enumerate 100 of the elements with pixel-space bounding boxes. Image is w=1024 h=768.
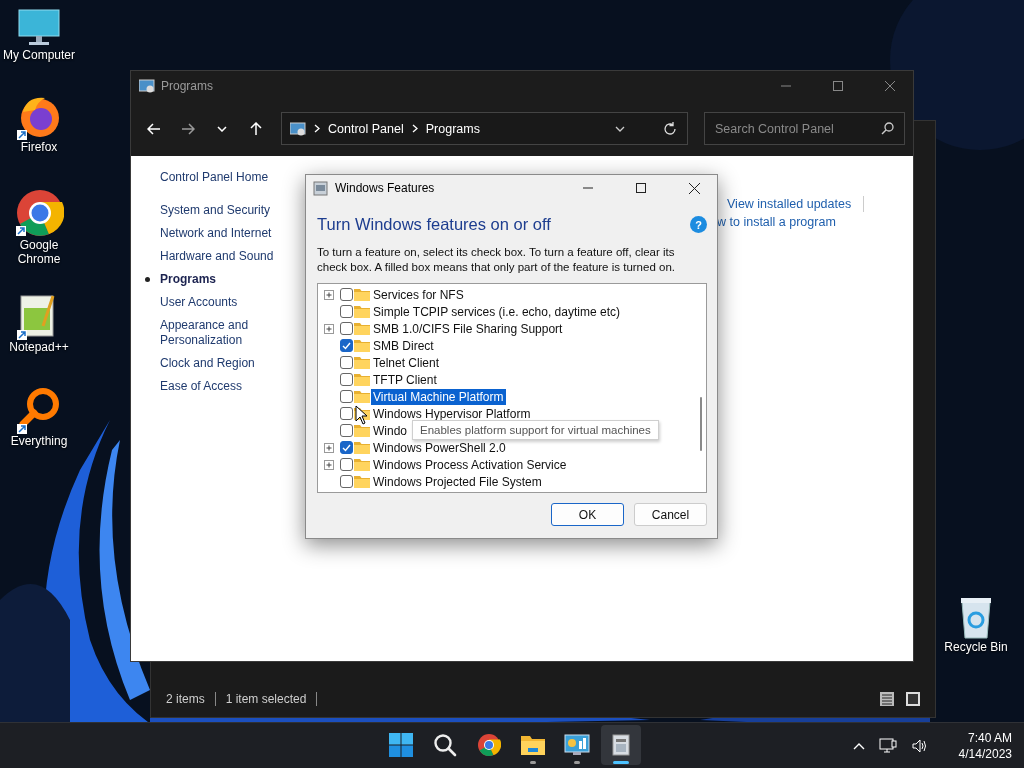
- checkbox[interactable]: [340, 441, 353, 454]
- folder-icon: [354, 322, 370, 335]
- nav-link[interactable]: Network and Internet: [145, 226, 291, 241]
- status-text: 2 items: [166, 692, 205, 706]
- close-icon: [885, 81, 895, 91]
- nav-link[interactable]: System and Security: [145, 203, 291, 218]
- desktop-icon-label[interactable]: Notepad++: [1, 340, 77, 354]
- arrow-left-icon: [147, 122, 161, 135]
- feature-label[interactable]: SMB Direct: [371, 337, 436, 354]
- folder-icon: [354, 339, 370, 352]
- folder-icon: [354, 373, 370, 386]
- folder-icon: [354, 305, 370, 318]
- arrow-right-icon: [181, 122, 195, 135]
- checkbox[interactable]: [340, 356, 353, 369]
- dialog-heading: Turn Windows features on or off: [317, 215, 551, 234]
- checkbox[interactable]: [340, 390, 353, 403]
- folder-icon: [354, 458, 370, 471]
- monitor-chart-icon: [564, 733, 590, 757]
- folder-icon: [354, 356, 370, 369]
- checkbox[interactable]: [340, 407, 353, 420]
- browser-icon: [477, 733, 501, 757]
- clock-date[interactable]: 4/14/2023: [958, 746, 1012, 762]
- tooltip: Enables platform support for virtual machines: [412, 420, 659, 440]
- feature-label[interactable]: Windows PowerShell 2.0: [371, 439, 508, 456]
- folder-icon: [354, 424, 370, 437]
- search-icon: [881, 122, 894, 135]
- recycle-bin-icon: [958, 596, 994, 640]
- updates-link[interactable]: View installed updates: [727, 197, 852, 211]
- refresh-icon[interactable]: [663, 121, 677, 136]
- checkbox[interactable]: [340, 373, 353, 386]
- folder-icon: [354, 390, 370, 403]
- tiles-view-icon[interactable]: [905, 691, 921, 707]
- feature-label[interactable]: Telnet Client: [371, 354, 442, 371]
- search-field[interactable]: Search Control Panel: [713, 120, 881, 137]
- desktop-icon-label[interactable]: Firefox: [1, 140, 77, 154]
- desktop-icon-label[interactable]: Recycle Bin: [938, 640, 1014, 654]
- installer-icon: [610, 733, 632, 757]
- nav-link[interactable]: Ease of Access: [145, 379, 291, 394]
- checkbox[interactable]: [340, 458, 353, 471]
- folder-icon: [520, 733, 546, 757]
- checkbox[interactable]: [340, 475, 353, 488]
- expand-icon[interactable]: [324, 323, 334, 334]
- nav-link[interactable]: Hardware and Sound: [145, 249, 291, 264]
- taskbar-button[interactable]: [601, 725, 641, 765]
- chevron-right-icon: [314, 124, 320, 133]
- nav-link[interactable]: Appearance and Personalization: [145, 318, 291, 348]
- browser-icon: [14, 188, 64, 238]
- feature-label[interactable]: Windows Projected File System: [371, 473, 544, 490]
- folder-icon: [354, 441, 370, 454]
- checkbox[interactable]: [340, 424, 353, 437]
- chevron-right-icon: [411, 124, 418, 133]
- feature-label[interactable]: Windo: [371, 422, 409, 439]
- breadcrumb-item[interactable]: Control Panel: [328, 121, 404, 136]
- control-panel-icon: [290, 121, 306, 136]
- cursor-icon: [355, 405, 368, 425]
- dialog-button[interactable]: Cancel: [634, 503, 707, 526]
- checkbox[interactable]: [340, 339, 353, 352]
- checkbox[interactable]: [340, 288, 353, 301]
- folder-icon: [354, 288, 370, 301]
- feature-label[interactable]: Windows Process Activation Service: [371, 456, 569, 473]
- window-title: Programs: [161, 79, 213, 93]
- windows-logo-icon: [389, 733, 413, 757]
- desktop-icon-label[interactable]: Everything: [1, 434, 77, 448]
- maximize-icon: [833, 81, 843, 91]
- dialog-button[interactable]: OK: [551, 503, 624, 526]
- monitor-icon: [17, 8, 61, 48]
- maximize-icon: [636, 183, 646, 193]
- feature-label[interactable]: TFTP Client: [371, 371, 439, 388]
- checkbox[interactable]: [340, 305, 353, 318]
- address-bar[interactable]: Control Panel Programs: [281, 112, 688, 145]
- nav-link[interactable]: Control Panel Home: [145, 170, 291, 185]
- installer-icon: [313, 180, 328, 196]
- expand-icon[interactable]: [324, 289, 334, 300]
- status-text: 1 item selected: [225, 692, 307, 706]
- arrow-up-icon: [250, 121, 262, 136]
- nav-link[interactable]: Clock and Region: [145, 356, 291, 371]
- search-box[interactable]: Search Control Panel: [704, 112, 905, 145]
- clock-time[interactable]: 7:40 AM: [967, 730, 1012, 746]
- desktop-icon-label[interactable]: My Computer: [1, 48, 77, 62]
- feature-label[interactable]: Services for NFS: [371, 286, 466, 303]
- breadcrumb-item[interactable]: Programs: [425, 121, 480, 136]
- feature-label[interactable]: Simple TCPIP services (i.e. echo, daytime etc): [371, 303, 622, 320]
- control-panel-icon: [139, 79, 155, 93]
- checkbox[interactable]: [340, 322, 353, 335]
- chevron-down-icon[interactable]: [615, 125, 625, 132]
- desktop-icon-label[interactable]: Google Chrome: [1, 238, 77, 266]
- close-icon: [688, 182, 700, 194]
- feature-label[interactable]: Windows Hypervisor Platform: [371, 405, 533, 422]
- help-button[interactable]: ?: [690, 216, 707, 233]
- expand-icon[interactable]: [324, 442, 334, 453]
- nav-link[interactable]: Programs: [145, 272, 291, 287]
- scrollbar-thumb[interactable]: [700, 397, 702, 451]
- feature-label[interactable]: SMB 1.0/CIFS File Sharing Support: [371, 320, 565, 337]
- expand-icon[interactable]: [324, 459, 334, 470]
- details-view-icon[interactable]: [879, 691, 895, 707]
- dialog-title: Windows Features: [335, 181, 435, 195]
- dialog-description: To turn a feature on, select its check box. To turn a feature off, clear its check box. A filled box means that only part of the feature is turned on.: [317, 245, 676, 275]
- network-icon[interactable]: [876, 736, 899, 756]
- feature-label[interactable]: Virtual Machine Platform: [371, 388, 506, 405]
- nav-link[interactable]: User Accounts: [145, 295, 291, 310]
